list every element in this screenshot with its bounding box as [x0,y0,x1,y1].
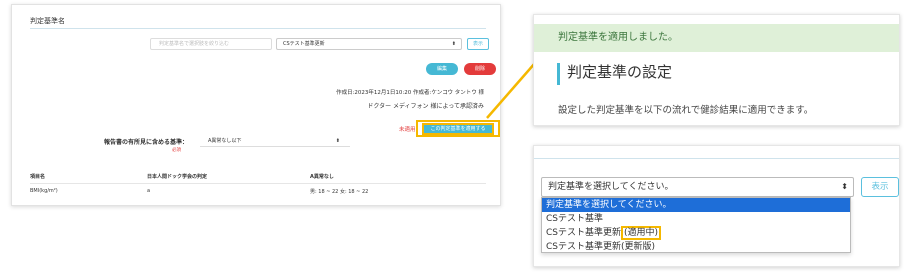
page-title: 判定基準の設定 [567,63,673,81]
panel-divider [534,158,899,159]
title-divider [30,28,486,29]
criteria-detail-panel: 判定基準名 判定基準名で選択肢を絞り込む CSテスト基準更新 ⬍ 表示 編集 削… [11,4,501,206]
filter-input[interactable]: 判定基準名で選択肢を絞り込む [150,38,272,50]
report-criteria-label: 報告書の有所見に含める基準： [104,139,189,146]
heading-accent-bar [557,63,560,85]
criteria-select[interactable]: CSテスト基準更新 ⬍ [276,38,462,50]
unapplied-status: 未適用 [399,127,416,133]
report-criteria-value: A異常なし以下 [208,138,242,144]
criteria-select[interactable]: 判定基準を選択してください。 ⬍ [541,177,854,197]
option-cs-test-updated-version[interactable]: CSテスト基準更新(更新版) [542,240,850,254]
report-criteria-select[interactable]: A異常なし以下 ⬍ [200,135,350,147]
apply-criteria-button[interactable]: この判定基準を適用する [422,123,494,135]
table-cell-item: BMI(kg/m²) [30,188,58,194]
updown-icon: ⬍ [335,138,340,144]
edit-button[interactable]: 編集 [426,63,458,75]
created-info: 作成日:2023年12月1日10:20 作成者:ケンコウ タントウ 様 [336,90,484,96]
criteria-options-list: 判定基準を選択してください。 CSテスト基準 CSテスト基準更新 (適用中) CS… [541,197,851,253]
option-placeholder[interactable]: 判定基準を選択してください。 [542,198,850,212]
table-header-judgement: 日本人間ドック学会の判定 [147,174,208,180]
criteria-dropdown-panel: 判定基準を選択してください。 ⬍ 表示 判定基準を選択してください。 CSテスト… [533,145,900,267]
delete-button[interactable]: 削除 [464,63,496,75]
page-description: 設定した判定基準を以下の流れで健診結果に適用できます。 [558,105,814,116]
table-divider [30,183,486,184]
applied-result-panel: 判定基準を適用しました。 判定基準の設定 設定した判定基準を以下の流れで健診結果… [533,14,900,126]
table-header-item: 項目名 [30,174,46,180]
option-cs-test[interactable]: CSテスト基準 [542,212,850,226]
applied-tag: (適用中) [621,226,662,240]
table-header-normal: A異常なし [310,174,334,180]
show-button[interactable]: 表示 [467,38,489,50]
option-cs-test-updated[interactable]: CSテスト基準更新 (適用中) [542,226,850,240]
table-cell-judgement: a [147,188,151,194]
required-badge: 必須 [172,148,181,153]
criteria-select-value: 判定基準を選択してください。 [548,182,674,192]
updown-icon: ⬍ [451,41,456,47]
approved-info: ドクター メディフォン 様によって承認済み [367,103,484,110]
section-title: 判定基準名 [30,17,65,25]
criteria-select-value: CSテスト基準更新 [283,41,325,47]
table-cell-range: 男: 18 ~ 22 女: 18 ~ 22 [310,189,369,195]
option-label: CSテスト基準更新 [546,228,621,238]
updown-icon: ⬍ [841,182,848,191]
success-alert: 判定基準を適用しました。 [534,24,899,52]
show-button[interactable]: 表示 [861,177,899,197]
